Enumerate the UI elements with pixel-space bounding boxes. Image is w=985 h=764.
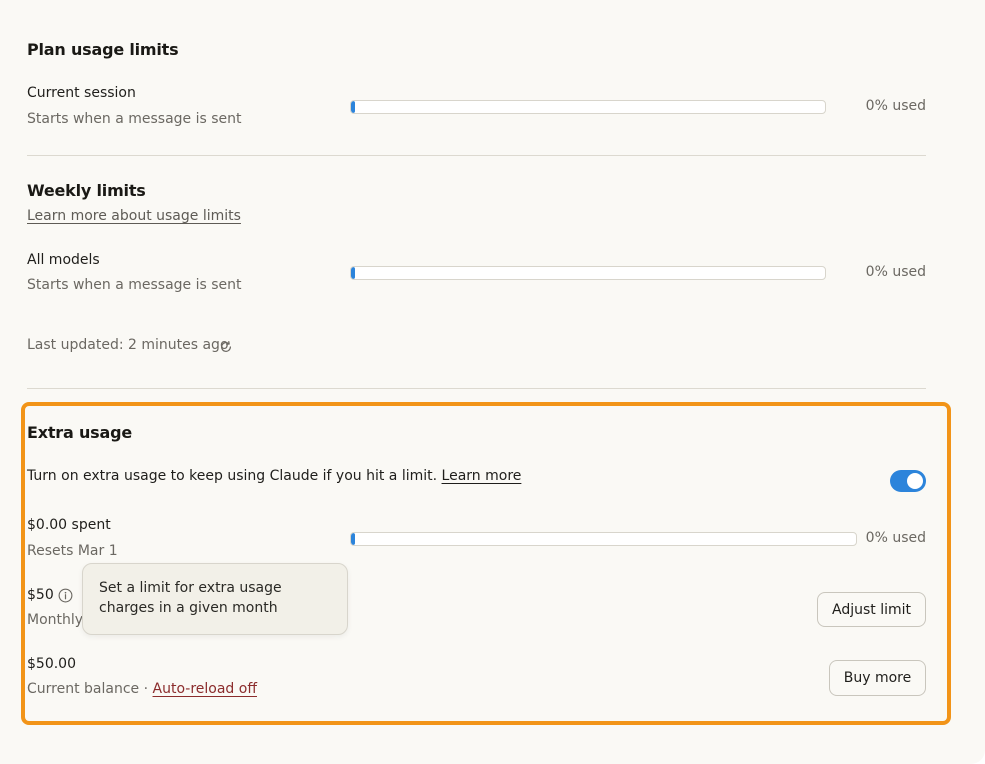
all-models-progress-fill: [351, 267, 355, 279]
info-icon[interactable]: [58, 588, 73, 603]
extra-usage-description: Turn on extra usage to keep using Claude…: [27, 468, 521, 484]
current-session-used: 0% used: [865, 98, 926, 114]
toggle-knob: [907, 473, 923, 489]
plan-usage-title: Plan usage limits: [27, 40, 179, 59]
current-balance-label: Current balance: [27, 681, 140, 697]
auto-reload-link[interactable]: Auto-reload off: [153, 681, 257, 697]
extra-usage-toggle[interactable]: [890, 470, 926, 492]
all-models-used: 0% used: [865, 264, 926, 280]
current-balance-amount: $50.00: [27, 656, 76, 672]
current-balance-row: Current balance · Auto-reload off: [27, 681, 257, 697]
current-session-progress: [350, 100, 826, 114]
extra-usage-description-text: Turn on extra usage to keep using Claude…: [27, 468, 438, 484]
current-session-label: Current session: [27, 85, 136, 101]
divider: [27, 388, 926, 389]
learn-more-usage-link[interactable]: Learn more about usage limits: [27, 208, 241, 224]
last-updated-text: Last updated: 2 minutes ago: [27, 337, 229, 353]
extra-resets-text: Resets Mar 1: [27, 543, 118, 559]
extra-spent-label: $0.00 spent: [27, 517, 111, 533]
separator-dot: ·: [143, 681, 149, 697]
current-session-sub: Starts when a message is sent: [27, 111, 242, 127]
current-session-progress-fill: [351, 101, 355, 113]
extra-usage-progress: [350, 532, 857, 546]
buy-more-button[interactable]: Buy more: [829, 660, 926, 696]
extra-usage-learn-more-link[interactable]: Learn more: [442, 468, 522, 484]
limit-tooltip: Set a limit for extra usage charges in a…: [82, 563, 348, 635]
divider: [27, 155, 926, 156]
monthly-limit-sub: Monthly: [27, 612, 84, 628]
extra-usage-used: 0% used: [865, 530, 926, 546]
extra-usage-progress-fill: [351, 533, 355, 545]
adjust-limit-button[interactable]: Adjust limit: [817, 592, 926, 627]
extra-usage-title: Extra usage: [27, 423, 132, 442]
all-models-progress: [350, 266, 826, 280]
all-models-label: All models: [27, 252, 100, 268]
all-models-sub: Starts when a message is sent: [27, 277, 242, 293]
monthly-limit-amount: $50: [27, 587, 54, 603]
usage-panel: Plan usage limits Current session Starts…: [0, 0, 985, 764]
refresh-icon[interactable]: [219, 340, 233, 354]
weekly-limits-title: Weekly limits: [27, 181, 146, 200]
